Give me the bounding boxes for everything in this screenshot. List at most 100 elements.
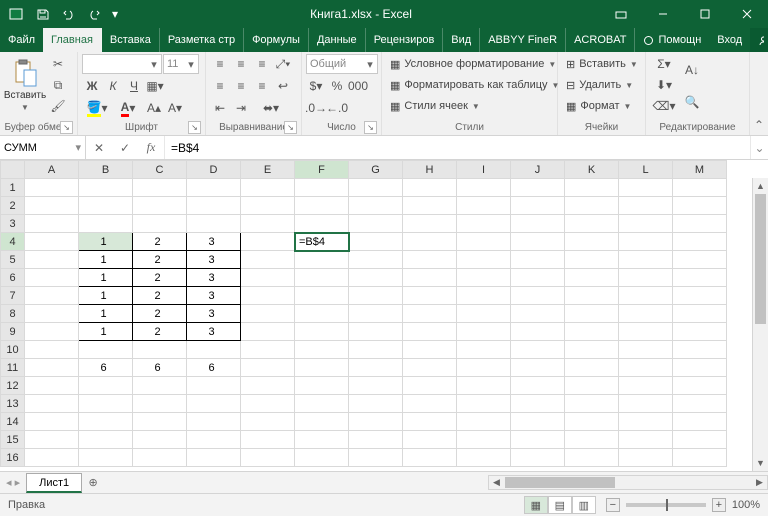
tab-acrobat[interactable]: ACROBAT xyxy=(566,28,635,52)
cell-G11[interactable] xyxy=(349,359,403,377)
cell-B9[interactable]: 1 xyxy=(79,323,133,341)
cell-K13[interactable] xyxy=(565,395,619,413)
cell-C5[interactable]: 2 xyxy=(133,251,187,269)
font-color-button[interactable]: А▾ xyxy=(113,98,143,118)
cell-H8[interactable] xyxy=(403,305,457,323)
cell-B7[interactable]: 1 xyxy=(79,287,133,305)
cell-J1[interactable] xyxy=(511,179,565,197)
cell-F13[interactable] xyxy=(295,395,349,413)
cell-A11[interactable] xyxy=(25,359,79,377)
cell-J5[interactable] xyxy=(511,251,565,269)
cell-I5[interactable] xyxy=(457,251,511,269)
cell-E13[interactable] xyxy=(241,395,295,413)
cell-C2[interactable] xyxy=(133,197,187,215)
accounting-icon[interactable]: $▾ xyxy=(306,76,326,96)
font-name-combo[interactable]: ▾ xyxy=(82,54,162,74)
tab-home[interactable]: Главная xyxy=(43,28,102,52)
cell-H3[interactable] xyxy=(403,215,457,233)
cell-B16[interactable] xyxy=(79,449,133,467)
cell-styles-button[interactable]: ▦Стили ячеек▼ xyxy=(386,96,484,116)
cell-F8[interactable] xyxy=(295,305,349,323)
cell-L16[interactable] xyxy=(619,449,673,467)
cell-J11[interactable] xyxy=(511,359,565,377)
scroll-right-icon[interactable]: ▶ xyxy=(752,477,767,488)
cell-G4[interactable] xyxy=(349,233,403,251)
cell-I10[interactable] xyxy=(457,341,511,359)
cell-F11[interactable] xyxy=(295,359,349,377)
cell-G10[interactable] xyxy=(349,341,403,359)
number-format-combo[interactable]: Общий▾ xyxy=(306,54,378,74)
cell-C10[interactable] xyxy=(133,341,187,359)
cell-H13[interactable] xyxy=(403,395,457,413)
cell-D3[interactable] xyxy=(187,215,241,233)
cell-M4[interactable] xyxy=(673,233,727,251)
cell-I4[interactable] xyxy=(457,233,511,251)
cell-I13[interactable] xyxy=(457,395,511,413)
cell-D7[interactable]: 3 xyxy=(187,287,241,305)
close-icon[interactable] xyxy=(726,0,768,28)
cell-L2[interactable] xyxy=(619,197,673,215)
row-header-14[interactable]: 14 xyxy=(1,413,25,431)
cell-M7[interactable] xyxy=(673,287,727,305)
cell-D1[interactable] xyxy=(187,179,241,197)
cell-J15[interactable] xyxy=(511,431,565,449)
cell-L12[interactable] xyxy=(619,377,673,395)
cell-I7[interactable] xyxy=(457,287,511,305)
cell-J16[interactable] xyxy=(511,449,565,467)
paste-button[interactable]: Вставить ▼ xyxy=(4,54,46,112)
row-header-13[interactable]: 13 xyxy=(1,395,25,413)
row-header-4[interactable]: 4 xyxy=(1,233,25,251)
cell-I15[interactable] xyxy=(457,431,511,449)
col-header-B[interactable]: B xyxy=(79,161,133,179)
col-header-F[interactable]: F xyxy=(295,161,349,179)
bold-button[interactable]: Ж xyxy=(82,76,102,96)
col-header-K[interactable]: K xyxy=(565,161,619,179)
cell-G6[interactable] xyxy=(349,269,403,287)
cell-C16[interactable] xyxy=(133,449,187,467)
cell-I1[interactable] xyxy=(457,179,511,197)
cell-F3[interactable] xyxy=(295,215,349,233)
cell-M1[interactable] xyxy=(673,179,727,197)
number-dialog-icon[interactable]: ↘ xyxy=(364,121,377,134)
cell-A6[interactable] xyxy=(25,269,79,287)
cell-L3[interactable] xyxy=(619,215,673,233)
insert-cells-button[interactable]: ⊞Вставить▼ xyxy=(562,54,642,74)
cell-E8[interactable] xyxy=(241,305,295,323)
cell-F5[interactable] xyxy=(295,251,349,269)
ribbon-options-icon[interactable] xyxy=(600,0,642,28)
cell-F12[interactable] xyxy=(295,377,349,395)
merge-button[interactable]: ⬌▾ xyxy=(252,98,290,118)
cell-D14[interactable] xyxy=(187,413,241,431)
wrap-text-icon[interactable]: ↩ xyxy=(273,76,293,96)
align-center-icon[interactable]: ≡ xyxy=(231,76,251,96)
cell-H15[interactable] xyxy=(403,431,457,449)
cell-E2[interactable] xyxy=(241,197,295,215)
cell-L1[interactable] xyxy=(619,179,673,197)
cell-K16[interactable] xyxy=(565,449,619,467)
conditional-formatting-button[interactable]: ▦Условное форматирование▼ xyxy=(386,54,560,74)
cell-C1[interactable] xyxy=(133,179,187,197)
cell-E6[interactable] xyxy=(241,269,295,287)
cell-A1[interactable] xyxy=(25,179,79,197)
sort-filter-icon[interactable]: A↓ xyxy=(680,54,704,86)
cell-D4[interactable]: 3 xyxy=(187,233,241,251)
col-header-H[interactable]: H xyxy=(403,161,457,179)
italic-button[interactable]: К xyxy=(103,76,123,96)
fill-color-button[interactable]: 🪣▾ xyxy=(82,98,112,118)
cell-C13[interactable] xyxy=(133,395,187,413)
tab-file[interactable]: Файл xyxy=(0,28,43,52)
row-header-15[interactable]: 15 xyxy=(1,431,25,449)
cell-D6[interactable]: 3 xyxy=(187,269,241,287)
excel-icon[interactable] xyxy=(4,2,28,26)
cell-I3[interactable] xyxy=(457,215,511,233)
cell-L8[interactable] xyxy=(619,305,673,323)
alignment-dialog-icon[interactable]: ↘ xyxy=(284,121,297,134)
cell-M6[interactable] xyxy=(673,269,727,287)
row-header-11[interactable]: 11 xyxy=(1,359,25,377)
cell-K15[interactable] xyxy=(565,431,619,449)
cell-E7[interactable] xyxy=(241,287,295,305)
normal-view-icon[interactable]: ▦ xyxy=(524,496,548,514)
cell-B4[interactable]: 1 xyxy=(79,233,133,251)
cell-L6[interactable] xyxy=(619,269,673,287)
cell-M3[interactable] xyxy=(673,215,727,233)
